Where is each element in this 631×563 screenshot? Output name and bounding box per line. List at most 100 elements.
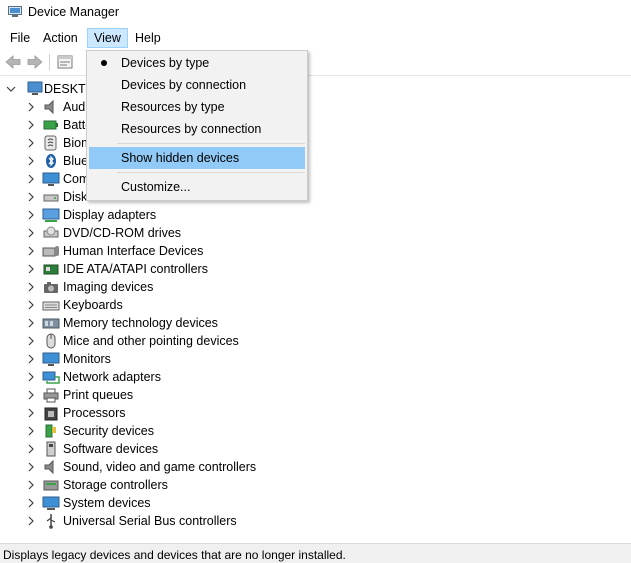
tree-item-label: Software devices <box>63 442 159 456</box>
menu-view[interactable]: View <box>87 28 128 48</box>
menu-item-devices-by-type[interactable]: Devices by type <box>89 52 305 74</box>
chevron-right-icon[interactable] <box>26 264 36 274</box>
status-bar: Displays legacy devices and devices that… <box>0 543 631 563</box>
tree-item-label: Imaging devices <box>63 280 154 294</box>
menu-help[interactable]: Help <box>129 28 167 48</box>
status-text: Displays legacy devices and devices that… <box>3 548 346 562</box>
tree-item[interactable]: Software devices <box>0 440 631 458</box>
chevron-right-icon[interactable] <box>26 498 36 508</box>
properties-icon[interactable] <box>56 53 74 71</box>
menu-file[interactable]: File <box>4 28 36 48</box>
tree-item[interactable]: Keyboards <box>0 296 631 314</box>
chevron-right-icon[interactable] <box>26 390 36 400</box>
menu-item-label: Devices by connection <box>121 78 247 92</box>
tree-item[interactable]: IDE ATA/ATAPI controllers <box>0 260 631 278</box>
tree-item-label: Blue <box>63 154 89 168</box>
storage-controller-icon <box>43 480 59 491</box>
tree-item-label: Storage controllers <box>63 478 168 492</box>
chevron-right-icon[interactable] <box>26 102 36 112</box>
tree-item-label: Memory technology devices <box>63 316 218 330</box>
chevron-right-icon[interactable] <box>26 480 36 490</box>
tree-item-label: DVD/CD-ROM drives <box>63 226 182 240</box>
menu-separator <box>117 143 305 144</box>
menu-item-label: Devices by type <box>121 56 210 70</box>
chevron-right-icon[interactable] <box>26 516 36 526</box>
menu-action[interactable]: Action <box>37 28 84 48</box>
menu-separator <box>117 172 305 173</box>
tree-item[interactable]: Imaging devices <box>0 278 631 296</box>
tree-item-label: Monitors <box>63 352 111 366</box>
menu-item-resources-by-connection[interactable]: Resources by connection <box>89 118 305 140</box>
tree-item[interactable]: Universal Serial Bus controllers <box>0 512 631 530</box>
chevron-right-icon[interactable] <box>26 138 36 148</box>
tree-item-label: System devices <box>63 496 151 510</box>
chevron-right-icon[interactable] <box>26 318 36 328</box>
menu-item-customize[interactable]: Customize... <box>89 176 305 198</box>
menu-item-devices-by-connection[interactable]: Devices by connection <box>89 74 305 96</box>
tree-item[interactable]: DVD/CD-ROM drives <box>0 224 631 242</box>
tree-item-label: Sound, video and game controllers <box>63 460 257 474</box>
ide-controller-icon <box>43 264 59 275</box>
chevron-right-icon[interactable] <box>26 192 36 202</box>
tree-item-label: IDE ATA/ATAPI controllers <box>63 262 208 276</box>
tree-item[interactable]: Memory technology devices <box>0 314 631 332</box>
menu-item-label: Resources by connection <box>121 122 262 136</box>
chevron-right-icon[interactable] <box>26 120 36 130</box>
chevron-right-icon[interactable] <box>26 336 36 346</box>
menu-item-resources-by-type[interactable]: Resources by type <box>89 96 305 118</box>
window-title: Device Manager <box>28 5 120 19</box>
tree-item[interactable]: Monitors <box>0 350 631 368</box>
tree-item-label: Network adapters <box>63 370 161 384</box>
tree-item[interactable]: Display adapters <box>0 206 631 224</box>
menu-item-label: Customize... <box>121 180 191 194</box>
chevron-right-icon[interactable] <box>26 282 36 292</box>
back-arrow-icon[interactable] <box>4 53 22 71</box>
monitor-icon <box>42 172 60 186</box>
chevron-right-icon[interactable] <box>26 300 36 310</box>
tree-item[interactable]: Security devices <box>0 422 631 440</box>
tree-item[interactable]: Print queues <box>0 386 631 404</box>
chevron-right-icon[interactable] <box>26 174 36 184</box>
printer-icon <box>43 388 59 403</box>
chevron-right-icon[interactable] <box>26 408 36 418</box>
view-menu-dropdown: Devices by type Devices by connection Re… <box>86 50 308 201</box>
speaker-icon <box>44 459 54 475</box>
chevron-right-icon[interactable] <box>26 426 36 436</box>
forward-arrow-icon[interactable] <box>26 53 44 71</box>
menu-bar: File Action View Help <box>0 27 631 49</box>
menu-item-label: Show hidden devices <box>121 151 240 165</box>
disk-drive-icon <box>43 194 59 202</box>
chevron-right-icon[interactable] <box>26 354 36 364</box>
chevron-right-icon[interactable] <box>26 210 36 220</box>
menu-item-label: Resources by type <box>121 100 225 114</box>
chevron-right-icon[interactable] <box>26 372 36 382</box>
tree-item[interactable]: System devices <box>0 494 631 512</box>
chevron-right-icon[interactable] <box>26 246 36 256</box>
computer-icon <box>27 81 43 95</box>
tree-item-label: Universal Serial Bus controllers <box>63 514 237 528</box>
tree-item[interactable]: Processors <box>0 404 631 422</box>
title-bar: Device Manager <box>0 0 631 26</box>
keyboard-icon <box>42 301 60 311</box>
chevron-right-icon[interactable] <box>26 462 36 472</box>
memory-icon <box>42 318 60 329</box>
tree-item[interactable]: Mice and other pointing devices <box>0 332 631 350</box>
tree-item-label: Display adapters <box>63 208 157 222</box>
bluetooth-icon <box>46 154 56 168</box>
toolbar-separator <box>49 54 50 70</box>
tree-item[interactable]: Sound, video and game controllers <box>0 458 631 476</box>
chevron-down-icon[interactable] <box>6 84 16 94</box>
chevron-right-icon[interactable] <box>26 444 36 454</box>
usb-icon <box>46 514 56 529</box>
tree-item-label: Processors <box>63 406 126 420</box>
tree-item-label: Mice and other pointing devices <box>63 334 239 348</box>
tree-item-label: Keyboards <box>63 298 123 312</box>
tree-item[interactable]: Network adapters <box>0 368 631 386</box>
chevron-right-icon[interactable] <box>26 156 36 166</box>
security-device-icon <box>45 424 56 438</box>
tree-item[interactable]: Human Interface Devices <box>0 242 631 260</box>
menu-item-show-hidden-devices[interactable]: Show hidden devices <box>89 147 305 169</box>
tree-item-label: Human Interface Devices <box>63 244 204 258</box>
chevron-right-icon[interactable] <box>26 228 36 238</box>
tree-item[interactable]: Storage controllers <box>0 476 631 494</box>
